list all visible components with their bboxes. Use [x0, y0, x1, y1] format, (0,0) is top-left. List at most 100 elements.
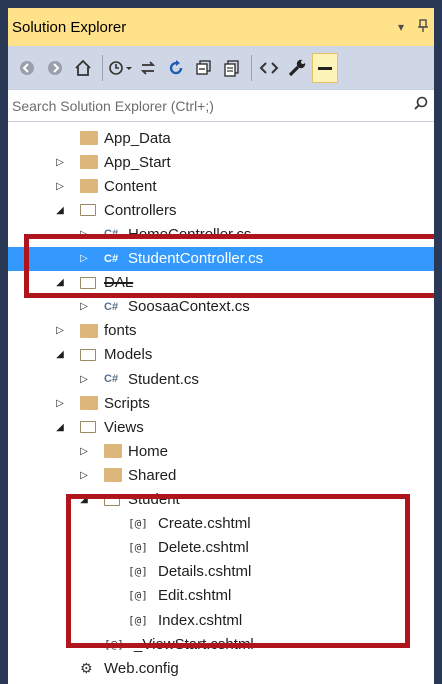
properties-icon[interactable]	[284, 53, 310, 83]
folder-icon	[104, 468, 122, 483]
tree-item-web-config[interactable]: ⚙ Web.config	[8, 656, 434, 680]
expanded-arrow-icon[interactable]: ◢	[54, 421, 66, 433]
sync-icon[interactable]	[135, 53, 161, 83]
preview-icon[interactable]	[312, 52, 338, 83]
tree-item-fonts[interactable]: ▷ fonts	[8, 319, 434, 343]
panel-title-bar[interactable]: Solution Explorer ▾	[8, 8, 434, 46]
tree-item-homecontroller-cs[interactable]: ▷ C# HomeController.cs	[8, 222, 434, 246]
tree-item-label: Create.cshtml	[158, 515, 251, 533]
tree-item-label: Models	[104, 346, 153, 364]
tree-item-label: StudentController.cs	[128, 250, 264, 267]
collapsed-arrow-icon[interactable]: ▷	[78, 301, 90, 313]
expanded-arrow-icon[interactable]: ◢	[78, 494, 90, 506]
csharp-file-icon: C#	[104, 252, 119, 265]
folder-icon	[80, 155, 98, 170]
tree-item-controllers[interactable]: ◢ Controllers	[8, 198, 434, 222]
expanded-arrow-icon[interactable]: ◢	[54, 204, 66, 216]
tree-item-label: App_Start	[104, 153, 171, 171]
tree-item-delete-cshtml[interactable]: [@] Delete.cshtml	[8, 536, 434, 560]
folder-icon	[80, 396, 98, 411]
tree-item-app-data[interactable]: App_Data	[8, 126, 434, 150]
tree-item-content[interactable]: ▷ Content	[8, 174, 434, 198]
tree-item-label: _ViewStart.cshtml	[134, 635, 254, 653]
show-all-files-icon[interactable]	[219, 53, 245, 83]
tree-item-shared[interactable]: ▷ Shared	[8, 463, 434, 487]
tree-item-index-cshtml[interactable]: [@] Index.cshtml	[8, 608, 434, 632]
folder-icon	[104, 444, 122, 459]
toolbar-separator	[102, 54, 103, 81]
view-code-icon[interactable]	[256, 53, 282, 83]
tree-item-label: SoosaaContext.cs	[128, 298, 250, 316]
folder-icon	[80, 131, 98, 145]
tree-item-label: Views	[104, 418, 144, 436]
tree-item-label: Controllers	[104, 201, 177, 219]
forward-icon[interactable]	[42, 53, 68, 83]
folder-icon	[80, 323, 98, 338]
collapsed-arrow-icon[interactable]: ▷	[54, 325, 66, 337]
tree-item-label: fonts	[104, 322, 137, 340]
expanded-arrow-icon[interactable]: ◢	[54, 349, 66, 361]
razor-file-icon: [@]	[128, 565, 148, 579]
collapsed-arrow-icon[interactable]: ▷	[78, 469, 90, 481]
tree-item-label: Home	[128, 442, 169, 460]
refresh-icon[interactable]	[163, 53, 189, 83]
folder-open-icon	[80, 276, 96, 289]
tree-item-scripts[interactable]: ▷ Scripts	[8, 391, 434, 415]
back-icon[interactable]	[14, 53, 40, 83]
panel-title: Solution Explorer	[12, 18, 127, 36]
search-bar	[8, 90, 434, 122]
tree-item-student[interactable]: ◢ Student	[8, 488, 434, 512]
tree-item-label: Scripts	[104, 394, 150, 412]
tree-item-student-cs[interactable]: ▷ C# Student.cs	[8, 367, 434, 391]
tree-item-label: Edit.cshtml	[158, 587, 232, 605]
csharp-file-icon: C#	[104, 300, 119, 313]
collapsed-arrow-icon[interactable]: ▷	[54, 397, 66, 409]
tree-item-viewstart-cshtml[interactable]: [@] _ViewStart.cshtml	[8, 632, 434, 656]
collapsed-arrow-icon[interactable]: ▷	[54, 156, 66, 168]
tree-item-dal[interactable]: ◢ DAL	[8, 271, 434, 295]
expanded-arrow-icon[interactable]: ◢	[54, 277, 66, 289]
toolbar-separator	[251, 54, 252, 81]
tree-item-views[interactable]: ◢ Views	[8, 415, 434, 439]
tree-item-studentcontroller-cs[interactable]: ▷ C# StudentController.cs	[8, 246, 434, 271]
tree-item-models[interactable]: ◢ Models	[8, 343, 434, 367]
tree-item-label: Details.cshtml	[158, 563, 252, 581]
razor-file-icon: [@]	[104, 637, 124, 651]
razor-file-icon: [@]	[128, 589, 148, 603]
tree-item-label: DAL	[104, 274, 134, 292]
tree-item-home[interactable]: ▷ Home	[8, 439, 434, 463]
tree-item-create-cshtml[interactable]: [@] Create.cshtml	[8, 512, 434, 536]
razor-file-icon: [@]	[128, 517, 148, 531]
history-icon[interactable]	[107, 53, 133, 83]
collapsed-arrow-icon[interactable]: ▷	[54, 180, 66, 192]
tree-item-edit-cshtml[interactable]: [@] Edit.cshtml	[8, 584, 434, 608]
tree-item-label: Student	[128, 491, 180, 508]
config-file-icon: ⚙	[80, 659, 93, 676]
home-icon[interactable]	[70, 53, 96, 83]
collapsed-arrow-icon[interactable]: ▷	[78, 373, 90, 385]
tree-item-label: Delete.cshtml	[158, 539, 249, 557]
solution-tree: App_Data ▷ App_Start ▷ Content ◢ Controllers ▷ C…	[8, 122, 434, 684]
razor-file-icon: [@]	[128, 541, 148, 555]
folder-open-icon	[80, 204, 96, 217]
tree-item-label: Web.config	[104, 659, 179, 677]
tree-item-label: HomeController.cs	[128, 225, 252, 243]
csharp-file-icon: C#	[104, 228, 119, 241]
collapsed-arrow-icon[interactable]: ▷	[78, 445, 90, 457]
collapsed-arrow-icon[interactable]: ▷	[78, 253, 90, 265]
collapse-all-icon[interactable]	[191, 53, 217, 83]
search-icon[interactable]	[414, 96, 428, 115]
tree-item-details-cshtml[interactable]: [@] Details.cshtml	[8, 560, 434, 584]
csharp-file-icon: C#	[104, 373, 119, 385]
tree-item-soosaacontext-cs[interactable]: ▷ C# SoosaaContext.cs	[8, 295, 434, 319]
panel-dropdown-icon[interactable]: ▾	[390, 20, 412, 34]
tree-item-label: Content	[104, 177, 157, 195]
tree-item-app-start[interactable]: ▷ App_Start	[8, 150, 434, 174]
tree-item-label: Shared	[128, 466, 177, 484]
tree-item-label: App_Data	[104, 129, 171, 147]
pin-icon[interactable]	[412, 18, 434, 36]
folder-open-icon	[80, 348, 96, 361]
collapsed-arrow-icon[interactable]: ▷	[78, 228, 90, 240]
search-input[interactable]	[12, 97, 414, 114]
solution-explorer-panel: Solution Explorer ▾ Search Solution Expl…	[0, 0, 442, 684]
